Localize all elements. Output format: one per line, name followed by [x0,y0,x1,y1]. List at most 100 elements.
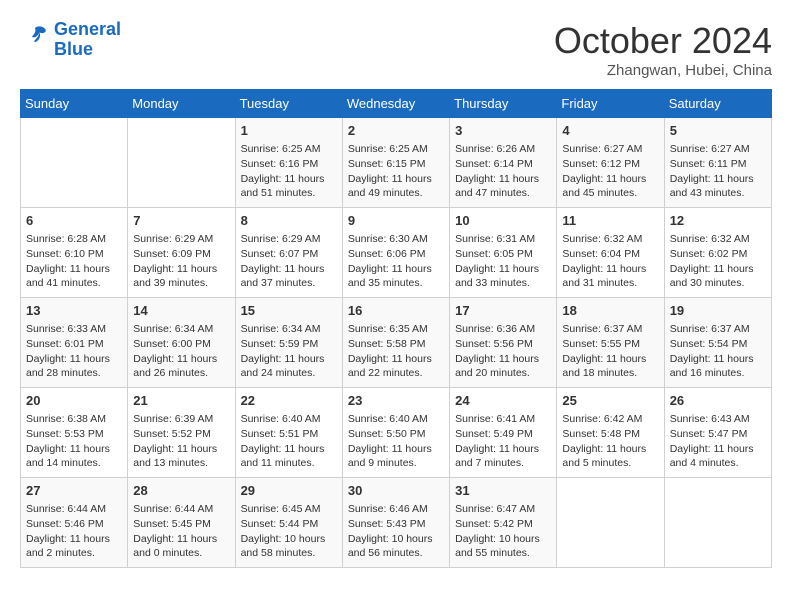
calendar-cell [21,118,128,208]
day-number: 11 [562,212,658,230]
day-number: 30 [348,482,444,500]
calendar-cell: 17Sunrise: 6:36 AM Sunset: 5:56 PM Dayli… [450,298,557,388]
day-info: Sunrise: 6:38 AM Sunset: 5:53 PM Dayligh… [26,412,122,471]
day-info: Sunrise: 6:45 AM Sunset: 5:44 PM Dayligh… [241,502,337,561]
day-info: Sunrise: 6:29 AM Sunset: 6:07 PM Dayligh… [241,232,337,291]
day-info: Sunrise: 6:34 AM Sunset: 6:00 PM Dayligh… [133,322,229,381]
calendar-cell: 10 Sunrise: 6:31 AM Sunset: 6:05 PM Dayli… [450,208,557,298]
day-number: 28 [133,482,229,500]
calendar-week-3: 13Sunrise: 6:33 AM Sunset: 6:01 PM Dayli… [21,298,772,388]
calendar-cell: 2 Sunrise: 6:25 AM Sunset: 6:15 PM Daylig… [342,118,449,208]
calendar-cell: 21Sunrise: 6:39 AM Sunset: 5:52 PM Dayli… [128,388,235,478]
logo-text: General Blue [54,20,121,60]
calendar-week-2: 6 Sunrise: 6:28 AM Sunset: 6:10 PM Daylig… [21,208,772,298]
calendar-cell: 20 Sunrise: 6:38 AM Sunset: 5:53 PM Dayli… [21,388,128,478]
calendar-cell: 29 Sunrise: 6:45 AM Sunset: 5:44 PM Dayli… [235,478,342,568]
calendar-cell: 14 Sunrise: 6:34 AM Sunset: 6:00 PM Dayli… [128,298,235,388]
calendar-cell: 1Sunrise: 6:25 AM Sunset: 6:16 PM Daylig… [235,118,342,208]
day-number: 29 [241,482,337,500]
weekday-header-wednesday: Wednesday [342,90,449,118]
weekday-header-friday: Friday [557,90,664,118]
day-info: Sunrise: 6:27 AM Sunset: 6:11 PM Dayligh… [670,142,766,201]
logo-bird-icon [20,22,50,52]
calendar-cell [128,118,235,208]
day-info: Sunrise: 6:32 AM Sunset: 6:02 PM Dayligh… [670,232,766,291]
day-info: Sunrise: 6:40 AM Sunset: 5:50 PM Dayligh… [348,412,444,471]
day-info: Sunrise: 6:33 AM Sunset: 6:01 PM Dayligh… [26,322,122,381]
day-number: 18 [562,302,658,320]
day-number: 16 [348,302,444,320]
day-info: Sunrise: 6:28 AM Sunset: 6:10 PM Dayligh… [26,232,122,291]
weekday-header-row: SundayMondayTuesdayWednesdayThursdayFrid… [21,90,772,118]
day-number: 4 [562,122,658,140]
day-number: 20 [26,392,122,410]
calendar-cell: 26Sunrise: 6:43 AM Sunset: 5:47 PM Dayli… [664,388,771,478]
calendar-cell: 19Sunrise: 6:37 AM Sunset: 5:54 PM Dayli… [664,298,771,388]
calendar-cell [557,478,664,568]
day-info: Sunrise: 6:44 AM Sunset: 5:45 PM Dayligh… [133,502,229,561]
day-number: 9 [348,212,444,230]
weekday-header-tuesday: Tuesday [235,90,342,118]
day-number: 22 [241,392,337,410]
weekday-header-monday: Monday [128,90,235,118]
logo-line1: General [54,19,121,39]
day-info: Sunrise: 6:39 AM Sunset: 5:52 PM Dayligh… [133,412,229,471]
location-subtitle: Zhangwan, Hubei, China [554,62,772,79]
calendar-table: SundayMondayTuesdayWednesdayThursdayFrid… [20,89,772,568]
day-info: Sunrise: 6:25 AM Sunset: 6:16 PM Dayligh… [241,142,337,201]
day-number: 2 [348,122,444,140]
day-number: 25 [562,392,658,410]
calendar-cell: 11 Sunrise: 6:32 AM Sunset: 6:04 PM Dayli… [557,208,664,298]
day-info: Sunrise: 6:29 AM Sunset: 6:09 PM Dayligh… [133,232,229,291]
day-number: 6 [26,212,122,230]
page-header: General Blue October 2024 Zhangwan, Hube… [20,20,772,79]
day-number: 31 [455,482,551,500]
calendar-cell: 12Sunrise: 6:32 AM Sunset: 6:02 PM Dayli… [664,208,771,298]
day-info: Sunrise: 6:42 AM Sunset: 5:48 PM Dayligh… [562,412,658,471]
weekday-header-sunday: Sunday [21,90,128,118]
weekday-header-saturday: Saturday [664,90,771,118]
day-info: Sunrise: 6:34 AM Sunset: 5:59 PM Dayligh… [241,322,337,381]
day-number: 3 [455,122,551,140]
calendar-cell: 13Sunrise: 6:33 AM Sunset: 6:01 PM Dayli… [21,298,128,388]
calendar-cell: 27 Sunrise: 6:44 AM Sunset: 5:46 PM Dayli… [21,478,128,568]
calendar-cell: 6 Sunrise: 6:28 AM Sunset: 6:10 PM Daylig… [21,208,128,298]
day-info: Sunrise: 6:25 AM Sunset: 6:15 PM Dayligh… [348,142,444,201]
day-number: 10 [455,212,551,230]
calendar-cell: 15Sunrise: 6:34 AM Sunset: 5:59 PM Dayli… [235,298,342,388]
calendar-cell: 24Sunrise: 6:41 AM Sunset: 5:49 PM Dayli… [450,388,557,478]
day-number: 23 [348,392,444,410]
day-info: Sunrise: 6:46 AM Sunset: 5:43 PM Dayligh… [348,502,444,561]
calendar-week-4: 20 Sunrise: 6:38 AM Sunset: 5:53 PM Dayli… [21,388,772,478]
day-number: 27 [26,482,122,500]
day-number: 5 [670,122,766,140]
day-info: Sunrise: 6:31 AM Sunset: 6:05 PM Dayligh… [455,232,551,291]
logo: General Blue [20,20,121,60]
calendar-cell: 23 Sunrise: 6:40 AM Sunset: 5:50 PM Dayli… [342,388,449,478]
day-number: 8 [241,212,337,230]
calendar-cell: 3 Sunrise: 6:26 AM Sunset: 6:14 PM Daylig… [450,118,557,208]
calendar-cell: 7 Sunrise: 6:29 AM Sunset: 6:09 PM Daylig… [128,208,235,298]
calendar-cell: 4Sunrise: 6:27 AM Sunset: 6:12 PM Daylig… [557,118,664,208]
day-info: Sunrise: 6:37 AM Sunset: 5:54 PM Dayligh… [670,322,766,381]
calendar-cell: 9Sunrise: 6:30 AM Sunset: 6:06 PM Daylig… [342,208,449,298]
calendar-week-5: 27 Sunrise: 6:44 AM Sunset: 5:46 PM Dayli… [21,478,772,568]
day-info: Sunrise: 6:26 AM Sunset: 6:14 PM Dayligh… [455,142,551,201]
calendar-cell: 28 Sunrise: 6:44 AM Sunset: 5:45 PM Dayli… [128,478,235,568]
day-number: 14 [133,302,229,320]
calendar-cell: 30 Sunrise: 6:46 AM Sunset: 5:43 PM Dayli… [342,478,449,568]
day-info: Sunrise: 6:37 AM Sunset: 5:55 PM Dayligh… [562,322,658,381]
day-number: 7 [133,212,229,230]
calendar-cell: 22Sunrise: 6:40 AM Sunset: 5:51 PM Dayli… [235,388,342,478]
day-info: Sunrise: 6:44 AM Sunset: 5:46 PM Dayligh… [26,502,122,561]
day-info: Sunrise: 6:32 AM Sunset: 6:04 PM Dayligh… [562,232,658,291]
calendar-week-1: 1Sunrise: 6:25 AM Sunset: 6:16 PM Daylig… [21,118,772,208]
day-info: Sunrise: 6:43 AM Sunset: 5:47 PM Dayligh… [670,412,766,471]
weekday-header-thursday: Thursday [450,90,557,118]
day-info: Sunrise: 6:35 AM Sunset: 5:58 PM Dayligh… [348,322,444,381]
calendar-cell: 16 Sunrise: 6:35 AM Sunset: 5:58 PM Dayli… [342,298,449,388]
title-block: October 2024 Zhangwan, Hubei, China [554,20,772,79]
month-title: October 2024 [554,20,772,62]
calendar-cell [664,478,771,568]
logo-line2: Blue [54,39,93,59]
